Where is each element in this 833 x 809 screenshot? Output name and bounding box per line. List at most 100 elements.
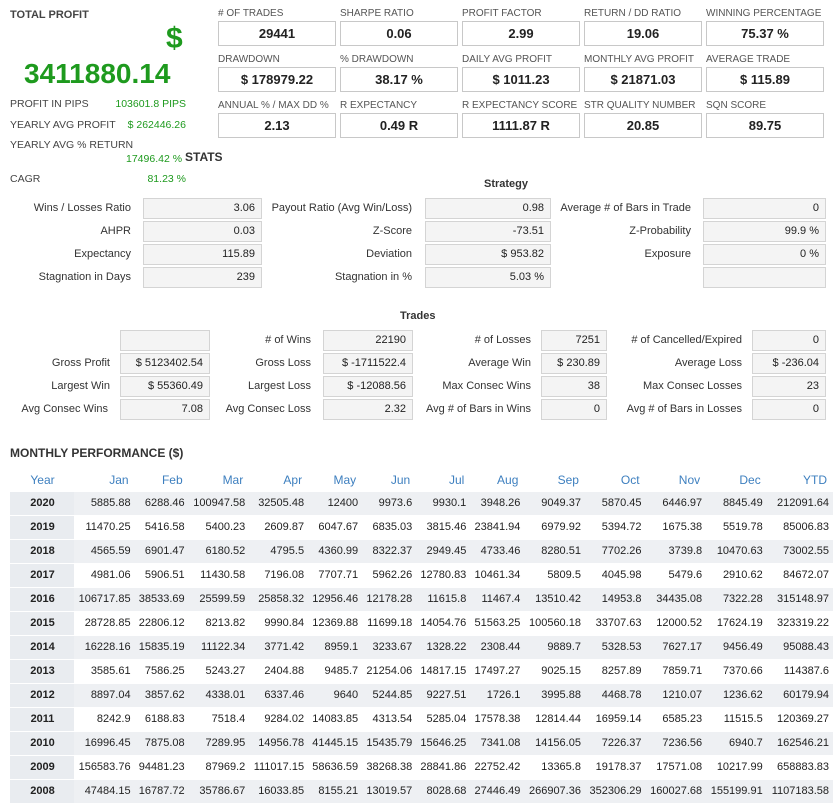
metric-winning-pct: WINNING PERCENTAGE 75.37 % (706, 8, 824, 46)
month-value-cell: 9485.7 (308, 658, 363, 683)
month-value-cell: 4360.99 (308, 538, 363, 563)
trades-label: Gross Profit (51, 357, 110, 369)
trades-value: 38 (541, 376, 607, 397)
metric-pct-drawdown: % DRAWDOWN 38.17 % (340, 54, 458, 92)
month-value-cell: 15646.25 (416, 730, 471, 755)
strategy-value: 0.98 (425, 198, 551, 219)
month-value-cell: 4468.78 (584, 682, 646, 707)
month-value-cell: 106717.85 (74, 586, 135, 611)
month-value-cell: 19178.37 (584, 754, 646, 779)
stats-title: STATS (185, 150, 223, 164)
column-header[interactable]: Oct (584, 469, 646, 491)
month-value-cell: 9889.7 (524, 634, 585, 659)
month-value-cell: 1236.62 (706, 682, 767, 707)
month-value-cell: 11430.58 (188, 562, 250, 587)
cagr-row: CAGR 81.23 % (10, 173, 186, 185)
month-value-cell: 7586.25 (134, 658, 189, 683)
column-header[interactable]: Aug (470, 469, 525, 491)
month-value-cell: 7875.08 (134, 730, 189, 755)
trades-label: Largest Loss (248, 380, 311, 392)
month-value-cell: 9640 (308, 682, 363, 707)
trades-label: Max Consec Losses (642, 380, 742, 392)
month-value-cell: 17571.08 (645, 754, 707, 779)
trades-value: 7.08 (120, 399, 210, 420)
trades-value: 7251 (541, 330, 607, 351)
metric-label: % DRAWDOWN (340, 54, 414, 65)
month-value-cell: 160027.68 (645, 778, 707, 803)
month-value-cell: 34435.08 (645, 586, 707, 611)
total-profit-value: 3411880.14 (24, 58, 171, 89)
month-value-cell: 8155.21 (308, 778, 363, 803)
month-value-cell: 156583.76 (74, 754, 135, 779)
trades-value: 2.32 (323, 399, 413, 420)
column-header[interactable]: Feb (134, 469, 189, 491)
month-value-cell: 58636.59 (308, 754, 363, 779)
trades-label: Average Win (468, 357, 531, 369)
month-value-cell: 10461.34 (470, 562, 525, 587)
month-value-cell: 10217.99 (706, 754, 767, 779)
column-header[interactable]: Sep (524, 469, 585, 491)
strategy-label: Average # of Bars in Trade (560, 202, 691, 214)
year-cell: 2017 (10, 562, 74, 587)
metric-value: $ 1011.23 (462, 67, 580, 92)
table-row: 2016 106717.85 38533.69 25599.59 25858.32 129… (10, 586, 833, 611)
column-header[interactable]: Nov (645, 469, 707, 491)
metric-sharpe: SHARPE RATIO 0.06 (340, 8, 458, 46)
month-value-cell: 16228.16 (74, 634, 135, 659)
month-value-cell: 1107183.58 (766, 778, 833, 803)
column-header[interactable]: Mar (188, 469, 250, 491)
month-value-cell: 212091.64 (766, 490, 833, 515)
month-value-cell: 28728.85 (74, 610, 135, 635)
month-value-cell: 114387.6 (766, 658, 833, 683)
month-value-cell: 14054.76 (416, 610, 471, 635)
month-value-cell: 7226.37 (584, 730, 646, 755)
month-value-cell: 16787.72 (134, 778, 189, 803)
month-value-cell: 13019.57 (362, 778, 417, 803)
column-header[interactable]: Jan (74, 469, 135, 491)
month-value-cell: 17578.38 (470, 706, 525, 731)
month-value-cell: 7341.08 (470, 730, 525, 755)
column-header[interactable]: Jul (416, 469, 471, 491)
metric-r-expectancy-score: R EXPECTANCY SCORE 1111.87 R (462, 100, 580, 138)
month-value-cell: 17624.19 (706, 610, 767, 635)
column-header[interactable]: Jun (362, 469, 417, 491)
trades-value: $ -236.04 (752, 353, 826, 374)
strategy-value: 99.9 % (703, 221, 826, 242)
trades-label: Gross Loss (255, 357, 311, 369)
month-value-cell: 87969.2 (188, 754, 250, 779)
trades-label: Largest Win (51, 380, 110, 392)
metric-label: STR QUALITY NUMBER (584, 100, 696, 111)
summary-label: YEARLY AVG % RETURN (10, 139, 134, 151)
month-value-cell: 14953.8 (584, 586, 646, 611)
column-header[interactable]: May (308, 469, 363, 491)
summary-value: 17496.42 % (126, 153, 183, 165)
metric-value: $ 178979.22 (218, 67, 336, 92)
month-value-cell: 7196.08 (249, 562, 309, 587)
month-value-cell: 352306.29 (584, 778, 646, 803)
month-value-cell: 9049.37 (524, 490, 585, 515)
month-value-cell: 7707.71 (308, 562, 363, 587)
month-value-cell: 12814.44 (524, 706, 585, 731)
month-value-cell: 12780.83 (416, 562, 471, 587)
month-value-cell: 4733.46 (470, 538, 525, 563)
summary-value: 81.23 % (147, 173, 186, 185)
month-value-cell: 12369.88 (308, 610, 363, 635)
strategy-value: $ 953.82 (425, 244, 551, 265)
month-value-cell: 73002.55 (766, 538, 833, 563)
monthly-performance-table: Year Jan Feb Mar Apr May Jun Jul Aug Sep… (10, 469, 833, 803)
strategy-title: Strategy (484, 178, 529, 190)
strategy-value: 0.03 (143, 221, 262, 242)
column-header[interactable]: Apr (249, 469, 309, 491)
trades-label: Avg Consec Loss (225, 403, 311, 415)
month-value-cell: 8280.51 (524, 538, 585, 563)
month-value-cell: 8322.37 (362, 538, 417, 563)
metric-label: AVERAGE TRADE (706, 54, 791, 65)
yearly-avg-profit-row: YEARLY AVG PROFIT $ 262446.26 (10, 119, 186, 131)
metric-value: 75.37 % (706, 21, 824, 46)
column-header[interactable]: YTD (766, 469, 833, 491)
column-header[interactable]: Dec (706, 469, 767, 491)
metric-label: MONTHLY AVG PROFIT (584, 54, 695, 65)
month-value-cell: 100560.18 (524, 610, 585, 635)
column-header[interactable]: Year (10, 469, 74, 491)
month-value-cell: 14083.85 (308, 706, 363, 731)
